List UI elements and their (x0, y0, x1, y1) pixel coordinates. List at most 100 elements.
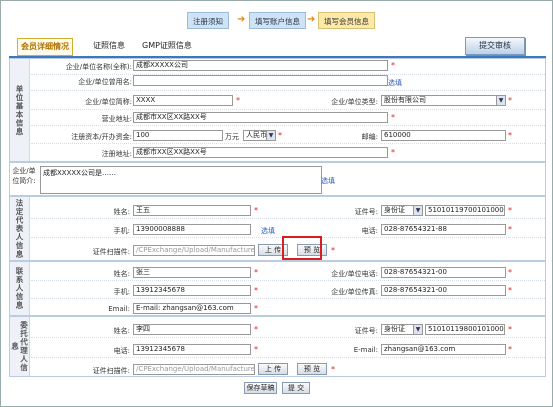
section-heading: 法定代表人信息 (10, 197, 30, 260)
tab-license[interactable]: 证照信息 (90, 38, 128, 56)
intro-label: 企业/单位简介: (12, 167, 36, 185)
contact-mobile-input[interactable]: 13912345678 (133, 285, 251, 296)
required-mark: * (254, 345, 258, 354)
agent-name-label: 姓名: (113, 327, 130, 335)
agent-email-label: E-mail: (353, 346, 378, 354)
agent-name-input[interactable]: 李四 (133, 324, 251, 335)
required-mark: * (254, 286, 258, 295)
arrow-right-icon: ➜ (307, 14, 316, 25)
company-tel-label: 企业/单位电话: (331, 270, 378, 278)
business-address-input[interactable]: 成都市XX区XX路XX号 (133, 112, 388, 123)
legal-rep-section: 法定代表人信息 姓名: 王五 * 证件号: 身份证 ▼ 5101011970010… (9, 196, 546, 261)
progress-steps: 注册须知 ➜ 填写账户信息 ➜ 填写会员信息 (187, 12, 387, 30)
agent-id-type-select[interactable]: 身份证 ▼ (381, 324, 423, 335)
required-mark: * (236, 96, 240, 105)
capital-input[interactable]: 100 (133, 130, 223, 141)
company-name-label: 企业/单位名称(全称): (65, 63, 132, 71)
zip-input[interactable]: 610000 (381, 130, 506, 141)
legal-scan-path[interactable]: /CPExchange/Upload/Manufacture (133, 245, 255, 256)
required-mark: * (331, 365, 335, 374)
submit-review-button[interactable]: 提交审核 (465, 37, 525, 55)
agent-scan-label: 证件扫描件: (92, 367, 130, 375)
legal-mobile-optional-link[interactable]: 选填 (261, 226, 275, 236)
save-draft-button[interactable]: 保存草稿 (244, 382, 277, 394)
required-mark: * (331, 246, 335, 255)
required-mark: * (508, 96, 512, 105)
required-mark: * (508, 206, 512, 215)
chevron-down-icon: ▼ (413, 325, 422, 334)
company-fax-label: 企业/单位传真: (331, 288, 378, 296)
required-mark: * (508, 131, 512, 140)
required-mark: * (508, 286, 512, 295)
required-mark: * (254, 206, 258, 215)
agent-id-label: 证件号: (354, 327, 378, 335)
capital-label: 注册资本/开办资金: (71, 133, 132, 141)
company-type-select[interactable]: 股份有限公司 ▼ (381, 95, 506, 106)
agent-upload-button[interactable]: 上 传 (258, 363, 288, 375)
currency-select[interactable]: 人民币 ▼ (243, 130, 276, 141)
agent-section: 委托代理人信息 姓名: 李四 * 证件号: 身份证 ▼ 5101011980010… (9, 316, 546, 377)
company-tel-input[interactable]: 028-87654321-00 (381, 267, 506, 278)
contact-name-label: 姓名: (113, 270, 130, 278)
required-mark: * (254, 268, 258, 277)
tab-member-details[interactable]: 会员详细情况 (17, 38, 73, 56)
section-heading: 联系人信息 (10, 262, 30, 315)
capital-unit: 万元 (225, 133, 239, 141)
agent-id-input[interactable]: 510101198001010001 (425, 324, 505, 335)
contact-mobile-label: 手机: (113, 288, 130, 296)
required-mark: * (391, 113, 395, 122)
legal-name-label: 姓名: (113, 208, 130, 216)
chevron-down-icon: ▼ (266, 131, 275, 140)
arrow-right-icon: ➜ (237, 14, 246, 25)
legal-phone-label: 电话: (361, 227, 378, 235)
legal-scan-label: 证件扫描件: (92, 248, 130, 256)
former-name-optional-link[interactable]: 选填 (388, 78, 402, 88)
agent-phone-label: 电话: (113, 347, 130, 355)
legal-name-input[interactable]: 王五 (133, 205, 251, 216)
former-name-input[interactable] (133, 75, 388, 86)
zip-label: 邮编: (361, 133, 378, 141)
company-name-input[interactable]: 成都XXXXX公司 (133, 60, 388, 71)
registered-address-label: 注册地址: (101, 150, 132, 158)
company-fax-input[interactable]: 028-87654321-00 (381, 285, 506, 296)
short-name-label: 企业/单位简称: (85, 98, 132, 106)
business-address-label: 营业地址: (101, 115, 132, 123)
agent-preview-button[interactable]: 预 览 (297, 363, 327, 375)
intro-optional-link[interactable]: 选填 (321, 176, 335, 186)
legal-id-label: 证件号: (354, 208, 378, 216)
contact-name-input[interactable]: 张三 (133, 267, 251, 278)
agent-phone-input[interactable]: 13912345678 (133, 344, 251, 355)
required-mark: * (254, 325, 258, 334)
legal-id-type-select[interactable]: 身份证 ▼ (381, 205, 423, 216)
legal-mobile-input[interactable]: 13900008888 (133, 224, 251, 235)
required-mark: * (278, 131, 282, 140)
section-heading: 委托代理人信息 (10, 317, 30, 376)
short-name-input[interactable]: XXXX (133, 95, 233, 106)
step-member: 填写会员信息 (318, 12, 375, 29)
contact-section: 联系人信息 姓名: 张三 * 企业/单位电话: 028-87654321-00 … (9, 261, 546, 316)
step-notice: 注册须知 (187, 12, 229, 29)
tab-gmp-license[interactable]: GMP证照信息 (139, 38, 195, 56)
company-section: 单位基本信息 企业/单位名称(全称): 成都XXXXX公司 * 企业/单位曾用名… (9, 58, 546, 162)
intro-textarea[interactable]: 成都XXXXX公司是…… (40, 166, 322, 194)
required-mark: * (254, 304, 258, 313)
step-account: 填写账户信息 (249, 12, 306, 29)
legal-phone-input[interactable]: 028-87654321-88 (381, 224, 506, 235)
page-frame: 注册须知 ➜ 填写账户信息 ➜ 填写会员信息 会员详细情况 证照信息 GMP证照… (0, 0, 553, 407)
registered-address-input[interactable]: 成都市XX区XX路XX号 (133, 147, 388, 158)
company-type-label: 企业/单位类型: (331, 98, 378, 106)
chevron-down-icon: ▼ (496, 96, 505, 105)
required-mark: * (508, 345, 512, 354)
highlight-box (282, 236, 322, 260)
former-name-label: 企业/单位曾用名: (78, 78, 132, 86)
agent-email-input[interactable]: zhangsan@163.com (381, 344, 506, 355)
required-mark: * (508, 268, 512, 277)
agent-scan-path[interactable]: /CPExchange/Upload/Manufacture (133, 364, 255, 375)
contact-email-label: Email: (108, 305, 130, 313)
submit-button[interactable]: 提 交 (282, 382, 310, 394)
chevron-down-icon: ▼ (413, 206, 422, 215)
legal-id-input[interactable]: 510101197001010001 (425, 205, 505, 216)
contact-email-input[interactable]: E-mail: zhangsan@163.com (133, 303, 251, 314)
legal-mobile-label: 手机: (113, 227, 130, 235)
required-mark: * (508, 325, 512, 334)
